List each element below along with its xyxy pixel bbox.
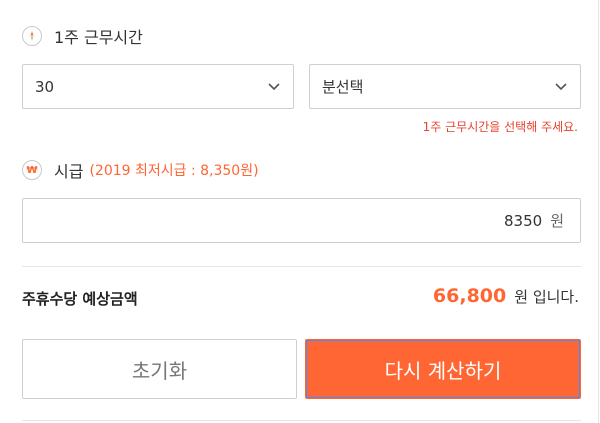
won-icon: ₩ [22,160,42,180]
hours-hint-text: 1주 근무시간을 선택해 주세요. [422,120,578,134]
result-suffix: 원 입니다. [514,288,579,306]
hours-section-label: 1주 근무시간 [22,24,143,48]
divider [22,266,581,267]
recalculate-button[interactable]: 다시 계산하기 [305,339,581,399]
chevron-down-icon [267,79,281,97]
compass-clock-icon [22,26,42,46]
result-label: 주휴수당 예상금액 [22,290,138,308]
bottom-divider [22,420,581,421]
min-wage-note: (2019 최저시급 : 8,350원) [89,163,259,179]
wage-label: 시급 [54,162,84,181]
minutes-select[interactable]: 분선택 [309,64,581,109]
wage-section-label: ₩ 시급 (2019 최저시급 : 8,350원) [22,158,259,182]
chevron-down-icon [554,79,568,97]
wage-input-value: 8350 [504,211,543,230]
calculator-panel: 1주 근무시간 30 분선택 1주 근무시간을 선택해 주세요. ₩ 시급 (2… [0,0,599,423]
wage-unit: 원 [550,212,564,230]
hours-select-value: 30 [35,77,55,96]
result-value: 66,800 원 입니다. [433,285,579,307]
wage-input[interactable]: 8350 원 [22,198,581,243]
hours-label: 1주 근무시간 [54,28,143,47]
minutes-select-value: 분선택 [322,78,364,96]
hours-select[interactable]: 30 [22,64,294,109]
reset-button[interactable]: 초기화 [22,339,297,399]
result-amount: 66,800 [432,285,507,307]
